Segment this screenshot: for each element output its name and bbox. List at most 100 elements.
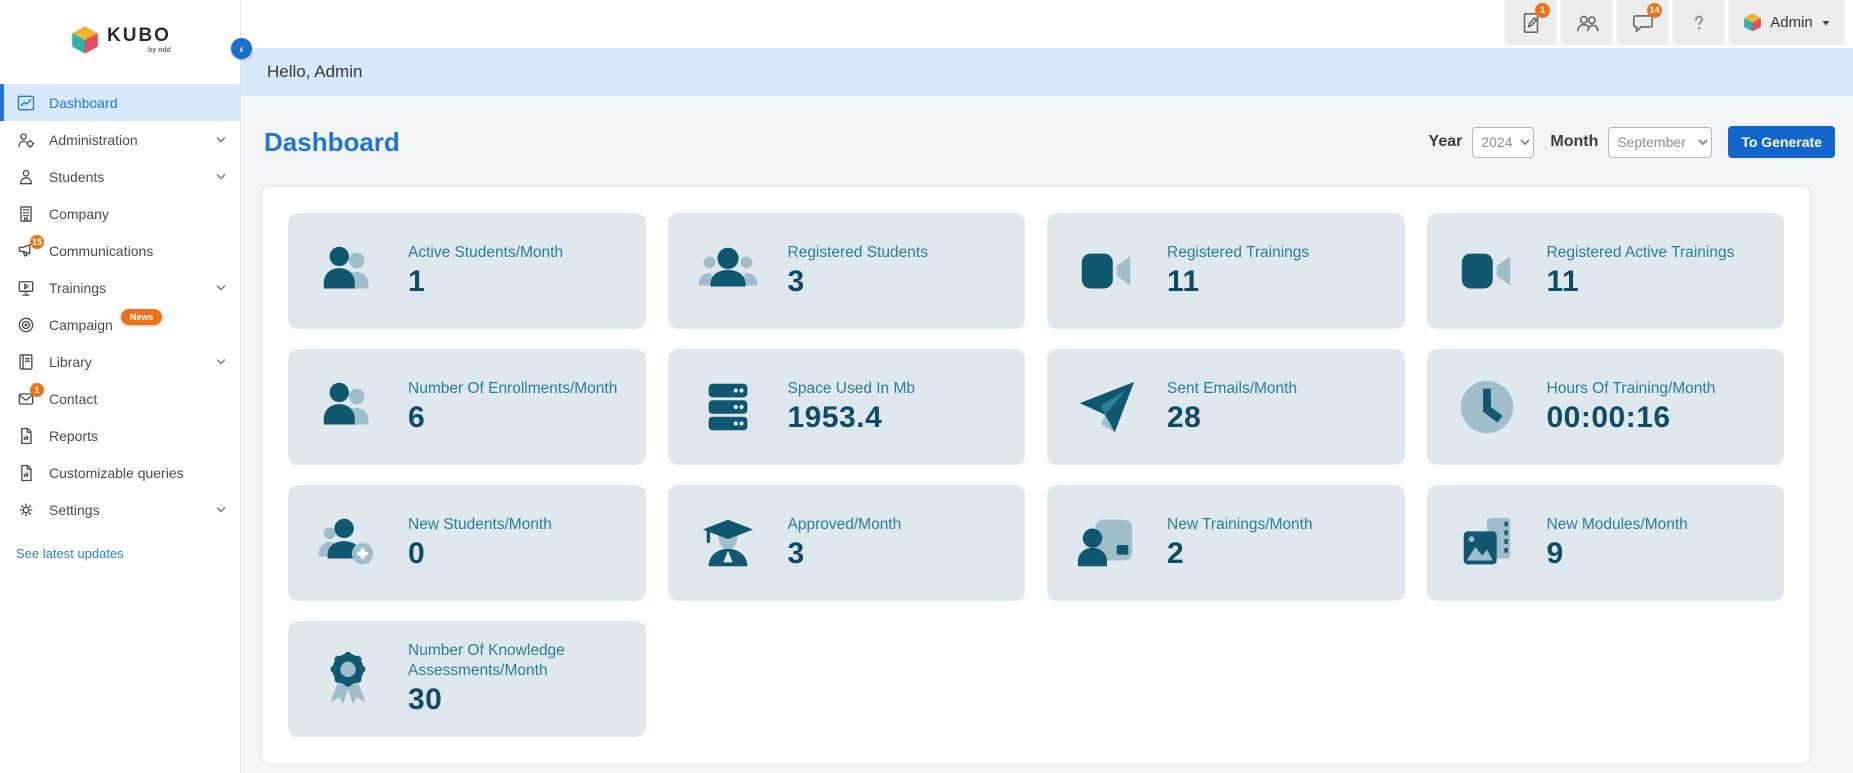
stat-title: New Trainings/Month [1167, 515, 1313, 533]
server-icon [668, 376, 788, 438]
sidebar-item-label: Reports [49, 427, 99, 444]
sidebar-item-library[interactable]: Library [0, 343, 240, 380]
users2-icon [288, 376, 408, 438]
admin-user-menu[interactable]: Admin [1729, 0, 1845, 45]
sidebar-item-label: Trainings [49, 279, 107, 296]
sidebar-item-label: Contact [49, 390, 98, 407]
contact-icon: 1 [16, 382, 44, 409]
admin-icon [16, 130, 36, 150]
help-icon-button[interactable] [1673, 0, 1725, 45]
stat-card-new-modules-month: New Modules/Month 9 [1426, 485, 1784, 601]
stat-card-number-of-enrollments-month: Number Of Enrollments/Month 6 [288, 349, 646, 465]
sidebar-menu: Dashboard Administration Students Compan… [0, 84, 240, 528]
stat-value: 6 [408, 401, 426, 435]
stat-card-active-students-month: Active Students/Month 1 [288, 213, 646, 329]
kubo-cube-icon [1742, 12, 1763, 33]
stat-value: 9 [1546, 537, 1564, 571]
chevron-down-icon [214, 170, 228, 184]
trainer-icon [1047, 512, 1167, 574]
stat-card-number-of-knowledge-assessments-month: Number Of Knowledge Assessments/Month 30 [288, 621, 646, 737]
logo-text: KUBO [107, 25, 171, 46]
stat-title: Active Students/Month [408, 243, 564, 261]
report-icon [16, 463, 36, 483]
stat-value: 00:00:16 [1546, 401, 1671, 435]
page-header: Dashboard Year 2024 Month September To G… [241, 96, 1853, 188]
stat-card-new-students-month: New Students/Month 0 [288, 485, 646, 601]
chart-icon [16, 93, 36, 113]
report-icon [16, 426, 36, 446]
stat-card-space-used-in-mb: Space Used In Mb 1953.4 [667, 349, 1025, 465]
chat-icon-button[interactable]: 14 [1617, 0, 1669, 45]
notification-badge: 14 [1647, 3, 1662, 18]
sidebar-item-communications[interactable]: 15 Communications [0, 232, 240, 269]
year-select[interactable]: 2024 [1472, 126, 1535, 158]
modules-icon [1427, 512, 1547, 574]
stat-value: 11 [1546, 265, 1580, 299]
sidebar-item-reports[interactable]: Reports [0, 417, 240, 454]
stat-value: 3 [787, 537, 805, 571]
admin-label: Admin [1770, 14, 1813, 31]
sidebar-item-students[interactable]: Students [0, 158, 240, 195]
clock-icon [1427, 376, 1547, 438]
logo-byline: by ndd [148, 47, 171, 54]
stat-title: Registered Students [787, 243, 928, 261]
notification-badge: 1 [30, 382, 44, 397]
chevron-down-icon [214, 503, 228, 517]
company-icon [16, 204, 36, 224]
sidebar: KUBO by ndd Dashboard Administration Stu… [0, 0, 241, 773]
stat-title: Number Of Knowledge Assessments/Month [408, 642, 565, 679]
stat-title: Number Of Enrollments/Month [408, 379, 618, 397]
user-plus-icon [288, 512, 408, 574]
stat-title: Hours Of Training/Month [1546, 379, 1716, 397]
sidebar-item-campaign[interactable]: Campaign News [0, 306, 240, 343]
year-label: Year [1428, 133, 1463, 150]
stat-card-registered-active-trainings: Registered Active Trainings 11 [1426, 213, 1784, 329]
plane-icon [1047, 376, 1167, 438]
app-logo: KUBO by ndd [0, 0, 240, 84]
megaphone-icon: 15 [16, 234, 44, 261]
stats-grid: Active Students/Month 1 Registered Stude… [288, 213, 1784, 737]
graduate-icon [668, 512, 788, 574]
stat-value: 11 [1167, 265, 1200, 299]
stat-value: 2 [1167, 537, 1185, 571]
page-title: Dashboard [264, 126, 400, 157]
dashboard-filters: Year 2024 Month September To Generate [1429, 126, 1835, 158]
users2-icon [288, 240, 408, 302]
video-icon [1047, 240, 1167, 302]
users-icon [1574, 10, 1600, 36]
stat-title: New Students/Month [408, 515, 552, 533]
medal-icon [288, 648, 408, 710]
sidebar-collapse-button[interactable]: ‹ [231, 38, 252, 59]
stat-card-hours-of-training-month: Hours Of Training/Month 00:00:16 [1426, 349, 1784, 465]
stat-title: New Modules/Month [1546, 515, 1688, 533]
sidebar-item-label: Library [49, 353, 92, 370]
sidebar-item-trainings[interactable]: Trainings [0, 269, 240, 306]
student-icon [16, 167, 36, 187]
sidebar-item-contact[interactable]: 1 Contact [0, 380, 240, 417]
news-tag: News [120, 308, 163, 325]
stat-card-registered-students: Registered Students 3 [667, 213, 1025, 329]
library-icon [16, 352, 36, 372]
chevron-down-icon [1820, 17, 1832, 29]
greeting-band: Hello, Admin [241, 48, 1853, 96]
compose-icon-button[interactable]: 1 [1505, 0, 1557, 45]
stat-value: 3 [787, 265, 805, 299]
chevron-down-icon [214, 355, 228, 369]
generate-button[interactable]: To Generate [1728, 126, 1835, 158]
users-icon-button[interactable] [1561, 0, 1613, 45]
sidebar-item-label: Students [49, 168, 105, 185]
stat-title: Registered Trainings [1167, 243, 1310, 261]
sidebar-item-administration[interactable]: Administration [0, 121, 240, 158]
sidebar-item-customizable-queries[interactable]: Customizable queries [0, 454, 240, 491]
greeting-text: Hello, Admin [267, 62, 363, 81]
video-icon [1427, 240, 1547, 302]
stat-card-approved-month: Approved/Month 3 [667, 485, 1025, 601]
stat-value: 0 [408, 537, 426, 571]
month-select[interactable]: September [1608, 126, 1713, 158]
sidebar-item-settings[interactable]: Settings [0, 491, 240, 528]
chevron-down-icon [214, 281, 228, 295]
stat-value: 1 [408, 265, 426, 299]
see-latest-updates-link[interactable]: See latest updates [16, 546, 240, 561]
sidebar-item-dashboard[interactable]: Dashboard [0, 84, 240, 121]
sidebar-item-company[interactable]: Company [0, 195, 240, 232]
